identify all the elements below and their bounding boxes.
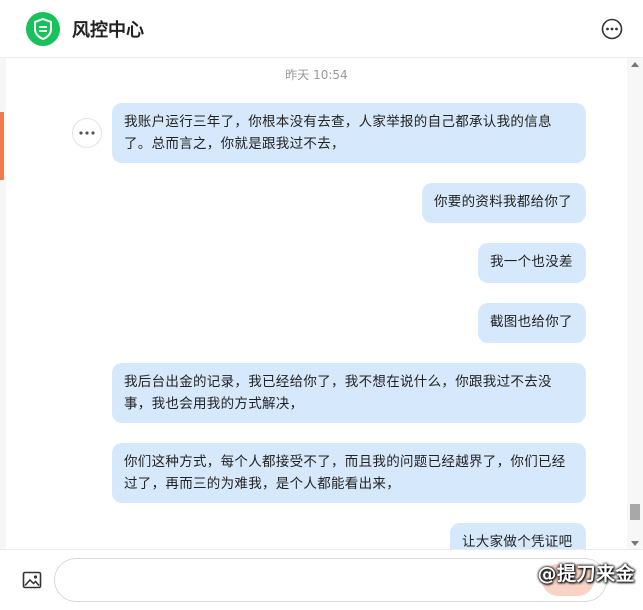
message-bubble: 你们这种方式，每个人都接受不了，而且我的问题已经越界了，你们已经过了，再而三的为… <box>112 443 586 503</box>
scroll-up-arrow-icon[interactable] <box>631 62 639 67</box>
scroll-down-arrow-icon[interactable] <box>631 541 639 546</box>
image-upload-icon[interactable] <box>22 570 42 590</box>
watermark: @提刀来金 <box>537 563 635 585</box>
message-list: 昨天 10:54 我账户运行三年了，你根本没有去查，人家举报的自己都承认我的信息… <box>6 58 627 550</box>
message-bubble: 我账户运行三年了，你根本没有去查，人家举报的自己都承认我的信息了。总而言之，你就… <box>112 103 586 163</box>
chat-scrollbar[interactable] <box>627 58 643 550</box>
page-title: 风控中心 <box>72 19 144 41</box>
message-bubble: 让大家做个凭证吧 <box>450 523 586 550</box>
chat-header: 风控中心 <box>0 0 643 58</box>
scrollbar-thumb[interactable] <box>630 504 640 520</box>
more-options-icon[interactable] <box>601 18 623 40</box>
message-bubble: 我后台出金的记录，我已经给你了，我不想在说什么，你跟我过不去没事，我也会用我的方… <box>112 363 586 423</box>
message-actions-button[interactable] <box>72 118 102 148</box>
message-input[interactable] <box>54 558 607 602</box>
message-bubble: 截图也给你了 <box>478 303 586 343</box>
chat-window: 风控中心 昨天 10:54 我账户运行三年了，你根本没有去查，人家举报的自己都承… <box>0 0 643 610</box>
left-panel-active-indicator <box>0 112 4 180</box>
message-bubble: 你要的资料我都给你了 <box>422 183 586 223</box>
message-timestamp: 昨天 10:54 <box>285 68 348 82</box>
message-bubble: 我一个也没差 <box>478 243 586 283</box>
shield-logo-icon <box>26 11 60 46</box>
